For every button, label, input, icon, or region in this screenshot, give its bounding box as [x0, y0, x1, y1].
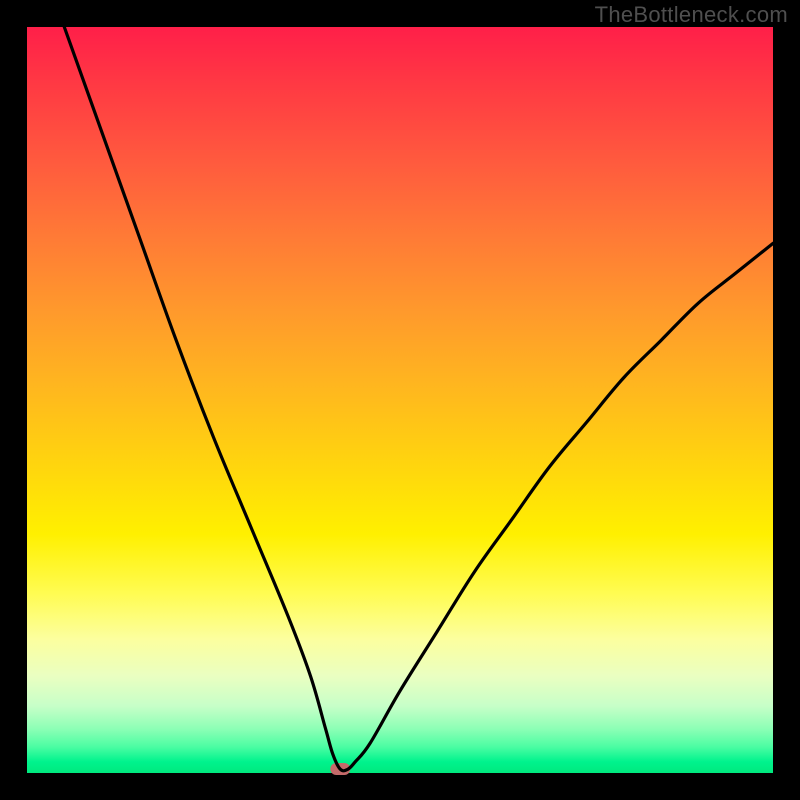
overlay-svg: [27, 27, 773, 773]
bottleneck-curve: [64, 27, 773, 771]
chart-frame: TheBottleneck.com: [0, 0, 800, 800]
plot-area: [27, 27, 773, 773]
watermark-text: TheBottleneck.com: [595, 2, 788, 28]
